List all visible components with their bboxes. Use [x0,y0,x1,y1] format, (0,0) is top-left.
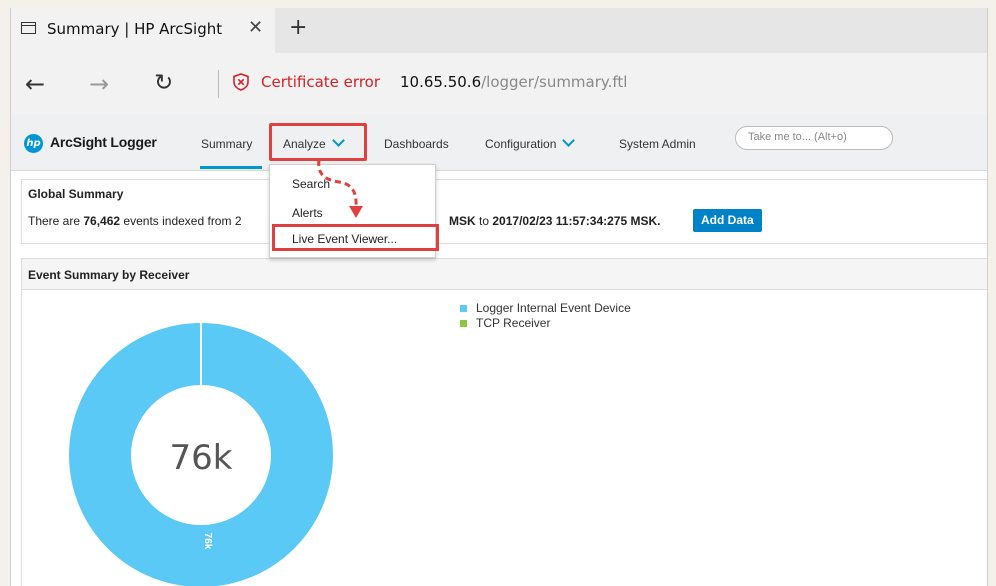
summary-prefix: There are [28,214,81,228]
event-summary-header: Event Summary by Receiver [22,259,987,290]
annotation-arrow [317,159,363,218]
url-host: 10.65.50.6 [400,73,482,91]
new-tab-button[interactable]: + [289,15,307,40]
event-count: 76,462 [83,214,121,228]
address-separator [218,70,219,98]
back-button[interactable]: ← [25,70,45,98]
url-path: /logger/summary.ftl [481,73,628,91]
forward-button[interactable]: → [89,70,109,98]
legend-swatch-1 [460,320,467,327]
refresh-button[interactable]: ↻ [154,70,173,96]
global-summary-text: There are 76,462 events indexed from 2 [28,214,242,228]
nav-dashboards[interactable]: Dashboards [384,137,449,151]
legend-label: TCP Receiver [476,316,551,330]
add-data-button[interactable]: Add Data [693,209,762,232]
page-icon [21,22,36,34]
nav-summary[interactable]: Summary [201,137,252,151]
browser-window: Summary | HP ArcSight ✕ + ← → ↻ Certific… [10,8,988,586]
donut-center-label: 76k [170,438,233,478]
chevron-down-icon [562,134,576,147]
event-summary-title: Event Summary by Receiver [28,268,190,282]
global-summary-title: Global Summary [28,187,124,201]
summary-to: to [479,214,490,228]
donut-slice-label: 76k [202,533,213,550]
address-bar: ← → ↻ Certificate error 10.65.50.6/logge… [11,53,987,115]
event-summary-panel: Event Summary by Receiver Logger Interna… [21,258,987,586]
global-summary-end: MSK to 2017/02/23 11:57:34:275 MSK. [449,214,661,228]
summary-middle: events indexed from [123,214,232,228]
nav-system-admin[interactable]: System Admin [619,137,696,151]
certificate-error-label[interactable]: Certificate error [261,73,380,91]
receiver-donut-chart: 76k 76k [69,323,333,586]
summary-end-time: 2017/02/23 11:57:34:275 MSK. [492,214,661,228]
take-me-to-input[interactable]: Take me to... (Alt+o) [735,126,893,150]
app-brand: ArcSight Logger [50,134,157,150]
url-field[interactable]: 10.65.50.6/logger/summary.ftl [400,73,627,91]
global-summary-panel: Global Summary There are 76,462 events i… [21,179,987,244]
tab-title: Summary | HP ArcSight [47,20,223,38]
summary-end-fragment: MSK [449,214,476,228]
legend-swatch-0 [460,305,467,312]
summary-start-fragment: 2 [234,214,242,228]
browser-tab[interactable]: Summary | HP ArcSight ✕ [11,8,275,53]
active-tab-indicator [200,166,262,169]
nav-configuration[interactable]: Configuration [485,134,576,151]
hp-logo-icon: hp [24,134,43,153]
live-event-viewer-highlight-box [272,224,439,251]
nav-configuration-label: Configuration [485,137,557,151]
legend-label: Logger Internal Event Device [476,301,631,315]
tab-strip: Summary | HP ArcSight ✕ + [11,8,987,53]
certificate-error-icon[interactable] [233,73,249,91]
close-tab-icon[interactable]: ✕ [248,17,263,38]
